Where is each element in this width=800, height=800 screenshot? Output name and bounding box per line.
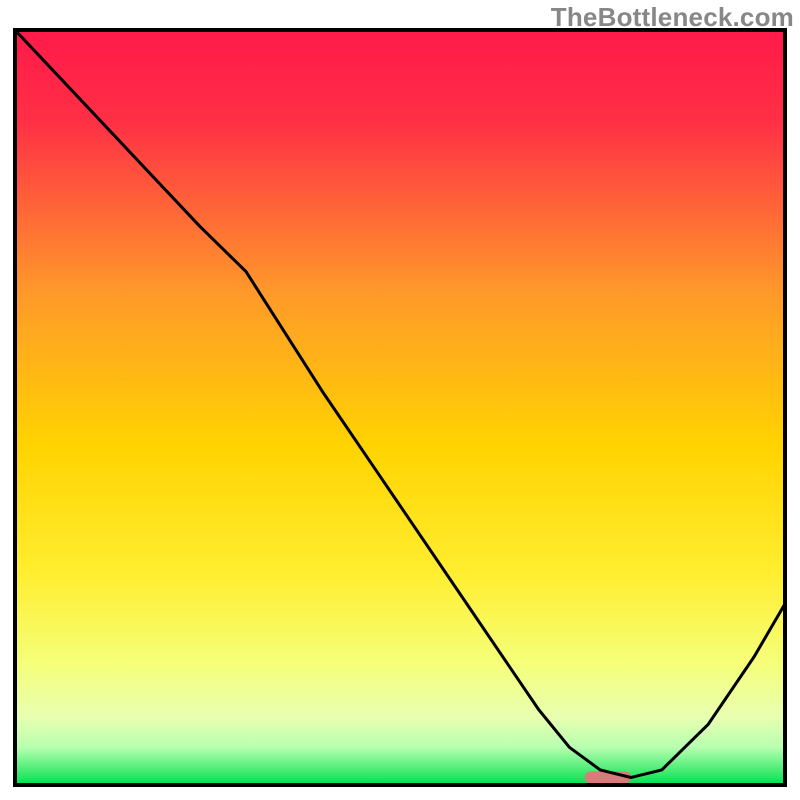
bottleneck-chart	[0, 0, 800, 800]
plot-background	[15, 30, 785, 785]
watermark-text: TheBottleneck.com	[551, 2, 794, 33]
chart-container: TheBottleneck.com	[0, 0, 800, 800]
